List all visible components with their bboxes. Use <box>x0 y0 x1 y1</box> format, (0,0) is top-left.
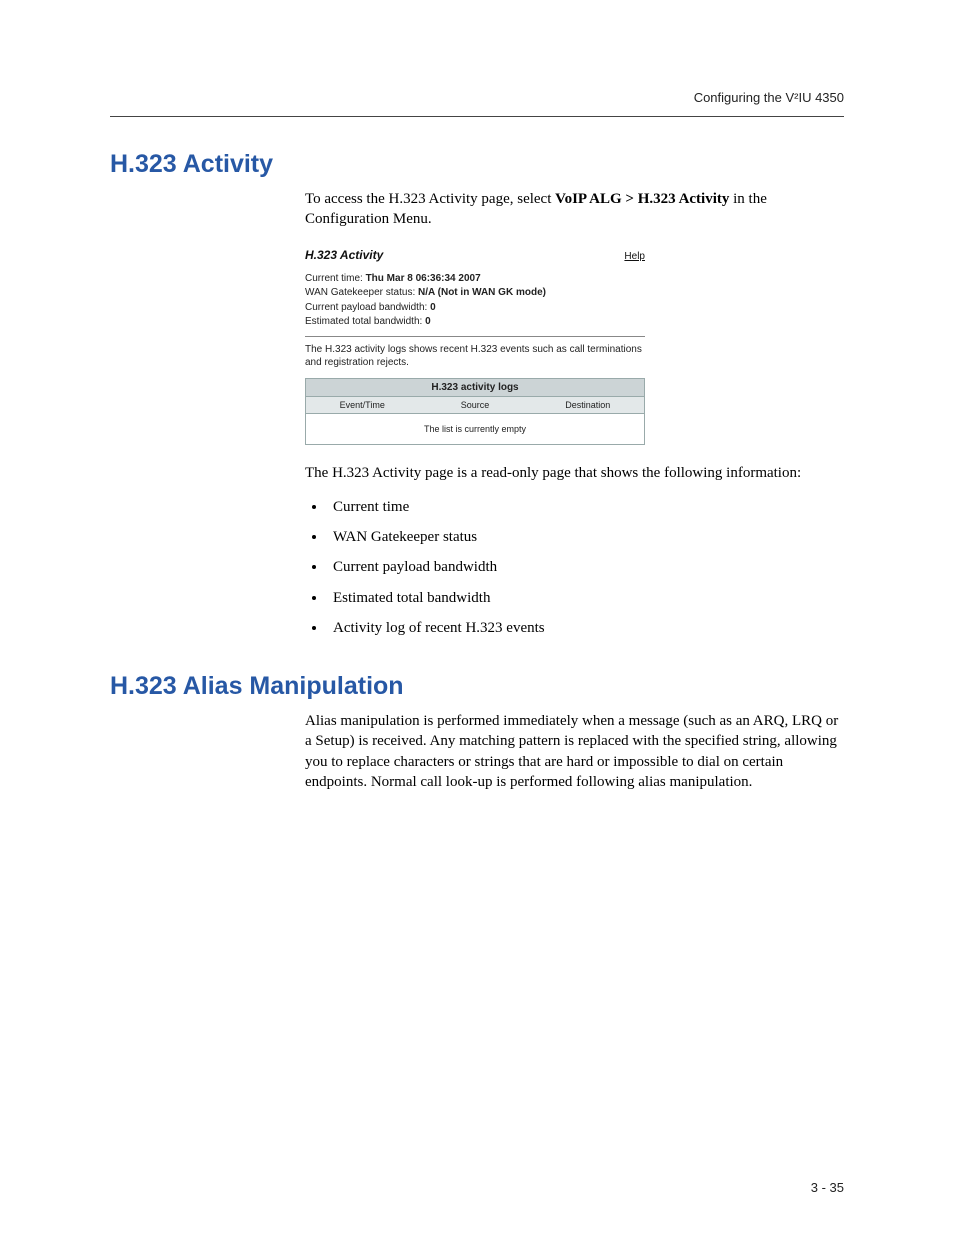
stat-label: Current payload bandwidth: <box>305 302 430 313</box>
list-item: WAN Gatekeeper status <box>327 527 839 547</box>
stat-value: 0 <box>425 316 431 327</box>
table-caption: H.323 activity logs <box>306 378 645 396</box>
page-number: 3 - 35 <box>811 1180 844 1195</box>
list-item: Current time <box>327 497 839 517</box>
stat-gatekeeper: WAN Gatekeeper status: N/A (Not in WAN G… <box>305 286 645 301</box>
alias-paragraph-block: Alias manipulation is performed immediat… <box>305 711 839 792</box>
list-item: Estimated total bandwidth <box>327 588 839 608</box>
stat-label: Estimated total bandwidth: <box>305 316 425 327</box>
col-header-destination: Destination <box>532 396 645 413</box>
embed-title: H.323 Activity <box>305 248 383 262</box>
stat-current-time: Current time: Thu Mar 8 06:36:34 2007 <box>305 272 645 287</box>
stat-value: 0 <box>430 302 436 313</box>
embedded-screenshot: H.323 Activity Help Current time: Thu Ma… <box>305 248 645 445</box>
table-empty-message: The list is currently empty <box>306 413 645 444</box>
embed-description: The H.323 activity logs shows recent H.3… <box>305 343 645 370</box>
stat-value: N/A (Not in WAN GK mode) <box>418 287 546 298</box>
embed-header-row: H.323 Activity Help <box>305 248 645 262</box>
help-link[interactable]: Help <box>624 251 645 262</box>
stat-value: Thu Mar 8 06:36:34 2007 <box>366 273 481 284</box>
bullet-list: Current time WAN Gatekeeper status Curre… <box>305 497 839 638</box>
stat-label: Current time: <box>305 273 366 284</box>
stat-payload-bw: Current payload bandwidth: 0 <box>305 301 645 316</box>
section-heading-activity: H.323 Activity <box>110 150 854 179</box>
followup-block: The H.323 Activity page is a read-only p… <box>305 463 839 639</box>
intro-text-pre: To access the H.323 Activity page, selec… <box>305 191 555 207</box>
col-header-source: Source <box>419 396 532 413</box>
col-header-event-time: Event/Time <box>306 396 419 413</box>
embed-stats-block: Current time: Thu Mar 8 06:36:34 2007 WA… <box>305 272 645 337</box>
intro-paragraph: To access the H.323 Activity page, selec… <box>305 189 839 230</box>
list-item: Current payload bandwidth <box>327 557 839 577</box>
header-rule <box>110 116 844 117</box>
intro-text-bold: VoIP ALG > H.323 Activity <box>555 191 729 207</box>
running-header: Configuring the V²IU 4350 <box>694 90 844 105</box>
document-page: Configuring the V²IU 4350 H.323 Activity… <box>0 0 954 1235</box>
section-heading-alias: H.323 Alias Manipulation <box>110 672 854 701</box>
followup-paragraph: The H.323 Activity page is a read-only p… <box>305 463 839 483</box>
activity-log-table: H.323 activity logs Event/Time Source De… <box>305 378 645 445</box>
alias-paragraph: Alias manipulation is performed immediat… <box>305 711 839 792</box>
stat-total-bw: Estimated total bandwidth: 0 <box>305 315 645 330</box>
list-item: Activity log of recent H.323 events <box>327 618 839 638</box>
stat-label: WAN Gatekeeper status: <box>305 287 418 298</box>
